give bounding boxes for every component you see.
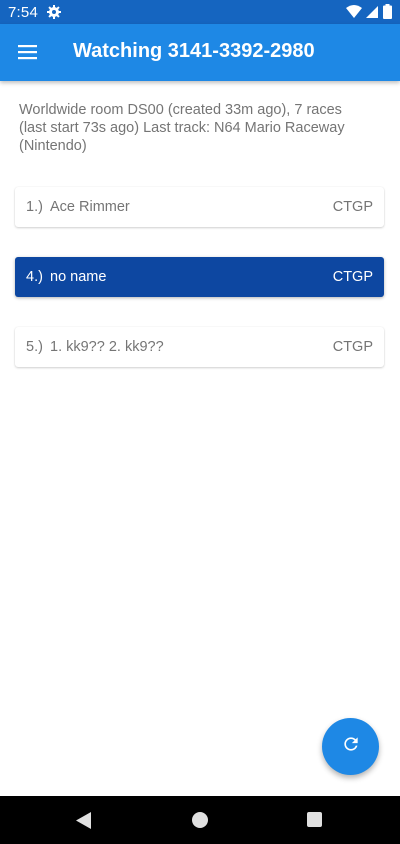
player-position: 1.) <box>26 199 43 215</box>
gear-icon <box>46 4 62 20</box>
player-position: 5.) <box>26 339 43 355</box>
refresh-button[interactable] <box>322 718 379 775</box>
app-bar: Watching 3141-3392-2980 <box>0 24 400 81</box>
player-tag: CTGP <box>332 199 373 215</box>
player-card-selected[interactable]: 4.) no name CTGP <box>15 257 384 297</box>
battery-icon <box>383 4 392 24</box>
status-time: 7:54 <box>8 4 38 21</box>
player-tag: CTGP <box>332 269 373 285</box>
page-title: Watching 3141-3392-2980 <box>73 40 315 62</box>
player-position: 4.) <box>26 269 43 285</box>
player-name: Ace Rimmer <box>50 199 130 215</box>
navigation-bar <box>0 796 400 844</box>
signal-icon <box>366 5 379 24</box>
player-tag: CTGP <box>332 339 373 355</box>
recents-icon[interactable] <box>307 812 322 827</box>
player-name: 1. kk9?? 2. kk9?? <box>50 339 164 355</box>
wifi-icon <box>346 4 362 24</box>
refresh-icon <box>341 734 361 759</box>
status-icons <box>346 4 392 24</box>
back-icon[interactable] <box>76 812 92 834</box>
status-bar: 7:54 <box>0 0 400 24</box>
room-info: Worldwide room DS00 (created 33m ago), 7… <box>19 102 345 154</box>
player-name: no name <box>50 269 107 285</box>
player-card[interactable]: 5.) 1. kk9?? 2. kk9?? CTGP <box>15 327 384 367</box>
home-icon[interactable] <box>192 812 208 828</box>
hamburger-menu-icon[interactable] <box>14 38 42 66</box>
player-card[interactable]: 1.) Ace Rimmer CTGP <box>15 187 384 227</box>
